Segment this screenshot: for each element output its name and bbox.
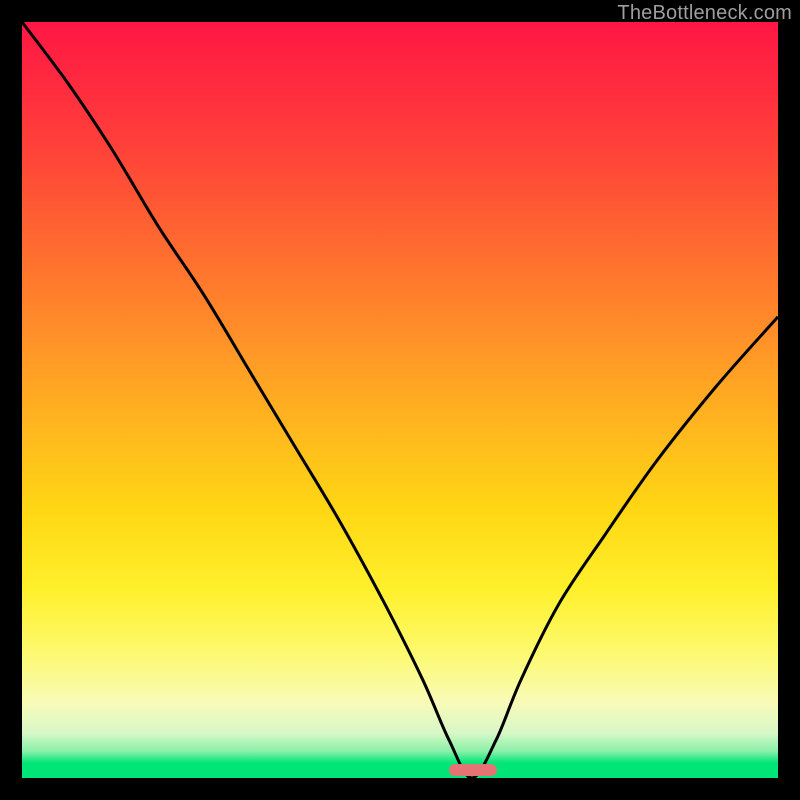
watermark-text: TheBottleneck.com: [617, 2, 792, 25]
chart-container: TheBottleneck.com: [0, 0, 800, 800]
curve-svg: [22, 22, 778, 778]
plot-area: [22, 22, 778, 778]
optimum-marker: [449, 764, 497, 776]
bottleneck-curve: [22, 22, 778, 778]
